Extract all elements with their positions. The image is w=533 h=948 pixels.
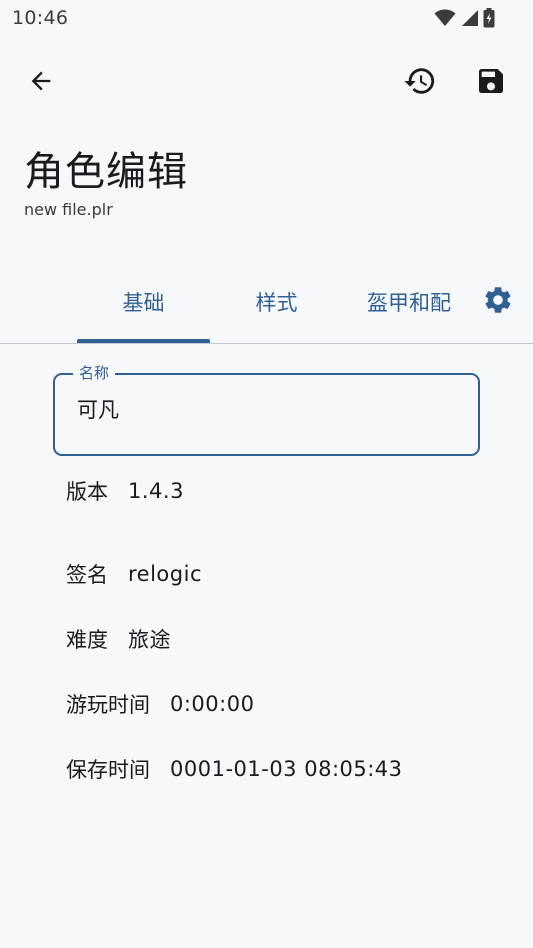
- back-button[interactable]: [17, 59, 65, 107]
- cellular-signal-icon: [460, 9, 479, 27]
- info-value: 0:00:00: [170, 691, 255, 716]
- name-input[interactable]: [77, 397, 457, 421]
- tabs-divider: [0, 343, 533, 344]
- info-label: 签名: [66, 562, 108, 587]
- info-label: 保存时间: [66, 757, 150, 782]
- gear-icon: [482, 284, 514, 320]
- info-row-save-time: 保存时间 0001-01-03 08:05:43: [66, 736, 403, 801]
- save-icon: [475, 65, 507, 101]
- top-app-bar: [0, 52, 533, 114]
- info-row-play-time: 游玩时间 0:00:00: [66, 671, 403, 736]
- tab-bar: 基础 样式 盔甲和配: [0, 262, 533, 344]
- save-button[interactable]: [467, 59, 515, 107]
- info-value: 1.4.3: [128, 479, 184, 503]
- info-list: 版本 1.4.3 签名 relogic 难度 旅途 游玩时间 0:00:00 保…: [66, 476, 403, 801]
- info-value: 旅途: [128, 627, 171, 652]
- history-icon: [403, 64, 437, 102]
- status-icons: [434, 8, 495, 28]
- history-button[interactable]: [396, 59, 444, 107]
- info-value: relogic: [128, 561, 202, 586]
- info-label: 难度: [66, 627, 108, 652]
- status-time: 10:46: [12, 7, 69, 29]
- title-block: 角色编辑 new file.plr: [24, 146, 188, 220]
- battery-charging-icon: [483, 8, 495, 28]
- tab-style[interactable]: 样式: [210, 262, 343, 342]
- tab-armor-accessories[interactable]: 盔甲和配: [343, 262, 483, 342]
- name-field-label: 名称: [73, 363, 116, 383]
- status-bar: 10:46: [0, 0, 533, 38]
- page-title: 角色编辑: [24, 149, 188, 195]
- character-editor-screen: 10:46 角色编辑 new file.plr 基础 样式 盔甲和配 名称 可凡…: [0, 0, 533, 948]
- info-label: 版本: [66, 480, 108, 504]
- tab-basic[interactable]: 基础: [77, 262, 210, 342]
- arrow-back-icon: [27, 67, 55, 99]
- info-row-signature: 签名 relogic: [66, 541, 403, 606]
- info-value: 0001-01-03 08:05:43: [170, 756, 403, 781]
- name-field[interactable]: 名称: [53, 363, 480, 456]
- info-row-difficulty: 难度 旅途: [66, 606, 403, 671]
- wifi-icon: [434, 9, 456, 27]
- tab-settings-button[interactable]: [474, 278, 522, 326]
- file-name-subtitle: new file.plr: [24, 200, 113, 219]
- info-row-version: 版本 1.4.3: [66, 476, 403, 506]
- info-label: 游玩时间: [66, 692, 150, 717]
